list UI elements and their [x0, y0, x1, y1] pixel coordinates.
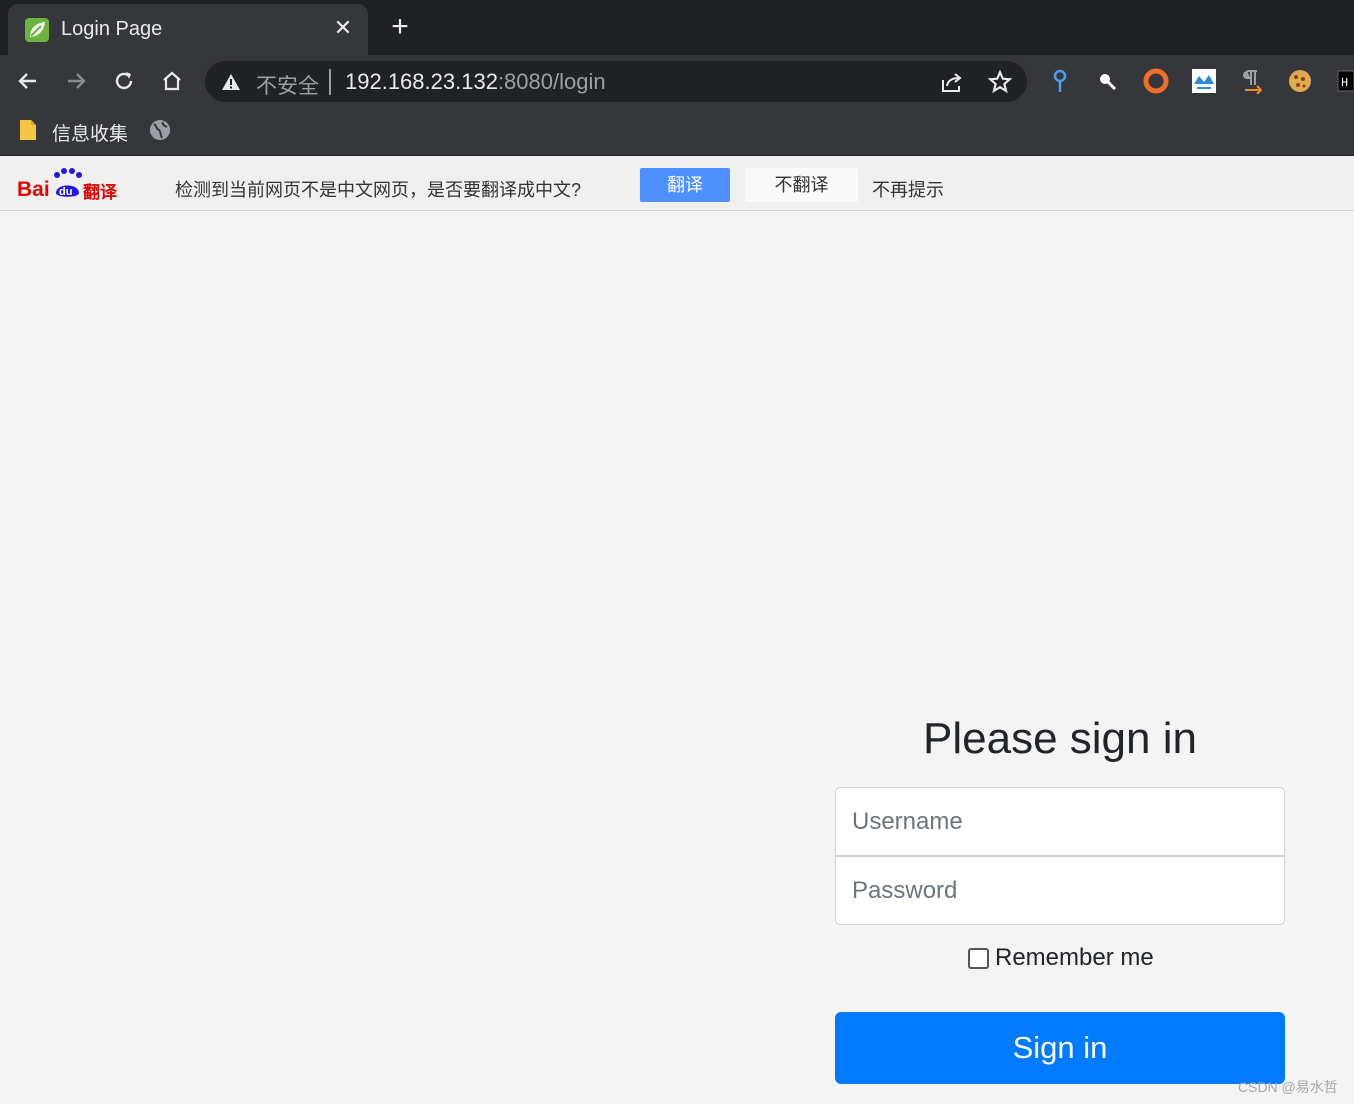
- bookmarks-bar: 信息收集: [0, 107, 1354, 156]
- hackbar-icon[interactable]: H: [1334, 67, 1354, 95]
- paragraph-translate-icon[interactable]: [1238, 67, 1266, 95]
- bookmark-star-icon[interactable]: [987, 69, 1013, 100]
- page-title: Please sign in: [923, 714, 1197, 763]
- baidu-logo-suffix: 翻译: [83, 183, 117, 202]
- translate-message: 检测到当前网页不是中文网页，是否要翻译成中文?: [175, 180, 582, 200]
- browser-toolbar: 不安全 192.168.23.132:8080/login H: [0, 55, 1354, 107]
- spring-leaf-icon: [25, 18, 49, 42]
- translate-bar: Bai du 翻译 检测到当前网页不是中文网页，是否要翻译成中文? 翻译 不翻译…: [0, 157, 1354, 211]
- magnifier-icon[interactable]: [1093, 67, 1121, 95]
- url-host: 192.168.23.132: [345, 69, 498, 94]
- share-icon[interactable]: [939, 70, 965, 99]
- never-prompt-link[interactable]: 不再提示: [872, 176, 944, 202]
- bookmark-item-label[interactable]: 信息收集: [52, 119, 128, 146]
- forward-arrow-icon[interactable]: [59, 64, 93, 98]
- browser-tab[interactable]: Login Page ✕: [8, 4, 368, 55]
- folder-icon[interactable]: [18, 118, 38, 147]
- password-input[interactable]: [835, 856, 1285, 925]
- address-bar[interactable]: 不安全 192.168.23.132:8080/login: [205, 61, 1027, 102]
- globe-icon[interactable]: [148, 118, 172, 147]
- username-input[interactable]: [835, 787, 1285, 856]
- remember-label[interactable]: Remember me: [995, 944, 1154, 972]
- tab-title: Login Page: [61, 18, 163, 40]
- map-pin-icon[interactable]: [1046, 67, 1074, 95]
- remember-me[interactable]: Remember me: [968, 944, 1154, 972]
- home-icon[interactable]: [155, 64, 189, 98]
- sign-in-button[interactable]: Sign in: [835, 1012, 1285, 1084]
- translate-button[interactable]: 翻译: [640, 168, 730, 202]
- cookie-icon[interactable]: [1286, 67, 1314, 95]
- remember-checkbox[interactable]: [968, 947, 989, 969]
- url-path: :8080/login: [497, 69, 606, 94]
- svg-text:Bai: Bai: [17, 178, 50, 201]
- baidu-translate-logo: Bai du 翻译: [17, 165, 127, 202]
- url-text[interactable]: 192.168.23.132:8080/login: [345, 69, 606, 95]
- no-translate-button[interactable]: 不翻译: [745, 168, 858, 202]
- svg-text:du: du: [59, 186, 72, 198]
- reload-icon[interactable]: [107, 64, 141, 98]
- cloud-extension-icon[interactable]: [1190, 67, 1218, 95]
- watermark-text: CSDN @易水哲: [1238, 1079, 1338, 1095]
- back-arrow-icon[interactable]: [11, 64, 45, 98]
- orange-circle-icon[interactable]: [1142, 67, 1170, 95]
- close-tab-icon[interactable]: ✕: [330, 15, 356, 41]
- not-secure-label[interactable]: 不安全: [256, 70, 319, 100]
- address-divider: [329, 69, 331, 95]
- new-tab-button[interactable]: +: [385, 12, 415, 42]
- tab-strip: Login Page ✕ +: [0, 0, 1354, 55]
- warning-icon[interactable]: [221, 72, 241, 97]
- svg-text:H: H: [1341, 76, 1348, 90]
